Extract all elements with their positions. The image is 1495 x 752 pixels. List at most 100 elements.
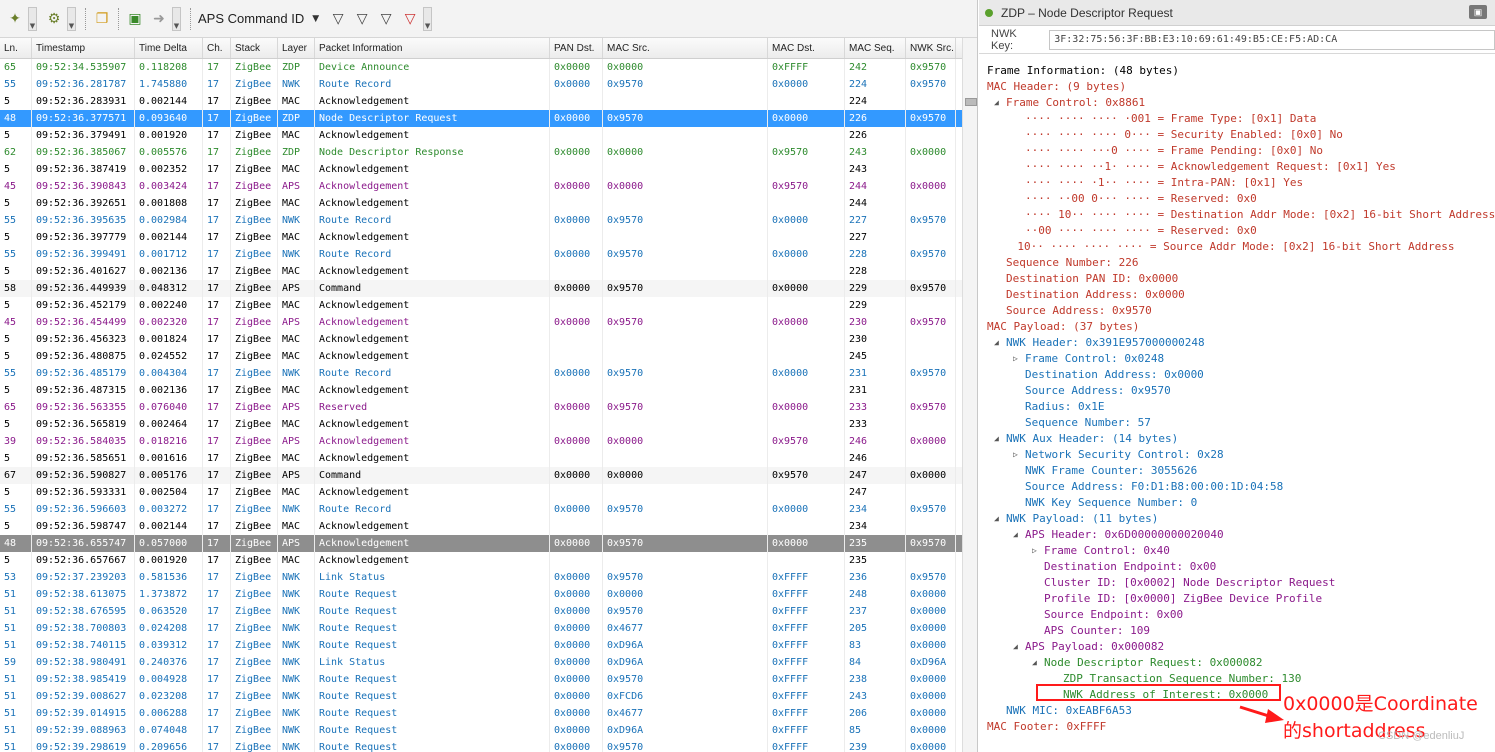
column-header-mac-seq[interactable]: MAC Seq. [845, 38, 906, 58]
table-row[interactable]: 53 09:52:37.239203 0.581536 17 ZigBee NWK Link… [0, 569, 962, 586]
column-header-pan-dst[interactable]: PAN Dst. [550, 38, 603, 58]
scrollbar-thumb[interactable] [965, 98, 977, 106]
collapse-toggle-icon[interactable]: ◢ [1013, 642, 1018, 651]
table-row[interactable]: 39 09:52:36.584035 0.018216 17 ZigBee APS Ackn… [0, 433, 962, 450]
table-row[interactable]: 51 09:52:39.014915 0.006288 17 ZigBee NWK Rout… [0, 705, 962, 722]
collapse-toggle-icon[interactable]: ◢ [994, 338, 999, 347]
table-row[interactable]: 5 09:52:36.392651 0.001808 17 ZigBee MAC Ackno… [0, 195, 962, 212]
table-row[interactable]: 5 09:52:36.585651 0.001616 17 ZigBee MAC Ackno… [0, 450, 962, 467]
table-row[interactable]: 5 09:52:36.379491 0.001920 17 ZigBee MAC Ackno… [0, 127, 962, 144]
forward-dropdown-button[interactable]: ▼ [172, 6, 181, 31]
expand-toggle-icon[interactable]: ▷ [1032, 546, 1037, 555]
table-row[interactable]: 51 09:52:38.613075 1.373872 17 ZigBee NWK Rout… [0, 586, 962, 603]
wand-icon[interactable]: ✦ [4, 8, 26, 30]
column-header-mac-dst[interactable]: MAC Dst. [768, 38, 845, 58]
column-header-timestamp[interactable]: Timestamp [32, 38, 135, 58]
table-row[interactable]: 5 09:52:36.401627 0.002136 17 ZigBee MAC Ackno… [0, 263, 962, 280]
table-row[interactable]: 51 09:52:38.700803 0.024208 17 ZigBee NWK Rout… [0, 620, 962, 637]
table-row[interactable]: 62 09:52:36.385067 0.005576 17 ZigBee ZDP Node… [0, 144, 962, 161]
column-header-packet-info[interactable]: Packet Information [315, 38, 550, 58]
column-header-mac-src[interactable]: MAC Src. [603, 38, 768, 58]
table-row[interactable]: 51 09:52:38.676595 0.063520 17 ZigBee NWK Rout… [0, 603, 962, 620]
table-row[interactable]: 5 09:52:36.397779 0.002144 17 ZigBee MAC Ackno… [0, 229, 962, 246]
cell-ln: 51 [0, 688, 32, 705]
table-row[interactable]: 67 09:52:36.590827 0.005176 17 ZigBee APS Comm… [0, 467, 962, 484]
gear-icon[interactable]: ⚙ [43, 8, 65, 30]
table-row[interactable]: 55 09:52:36.281787 1.745880 17 ZigBee NWK Rout… [0, 76, 962, 93]
table-row[interactable]: 5 09:52:36.657667 0.001920 17 ZigBee MAC Ackno… [0, 552, 962, 569]
filter-add-icon[interactable]: ▽ [351, 8, 373, 30]
column-header-time-delta[interactable]: Time Delta [135, 38, 203, 58]
column-selector-label[interactable]: APS Command ID [196, 11, 310, 26]
collapse-toggle-icon[interactable]: ◢ [1032, 658, 1037, 667]
cell-stack: ZigBee [231, 416, 278, 433]
collapse-toggle-icon[interactable]: ◢ [994, 434, 999, 443]
table-row[interactable]: 55 09:52:36.596603 0.003272 17 ZigBee NWK Rout… [0, 501, 962, 518]
cell-mac-src: 0x9570 [603, 569, 768, 586]
tree-node[interactable]: Frame Control: 0x8861 [1006, 95, 1145, 111]
gear-dropdown-button[interactable]: ▼ [67, 6, 76, 31]
collapse-toggle-icon[interactable]: ◢ [994, 514, 999, 523]
table-row[interactable]: 5 09:52:36.456323 0.001824 17 ZigBee MAC Ackno… [0, 331, 962, 348]
table-row[interactable]: 5 09:52:36.593331 0.002504 17 ZigBee MAC Ackno… [0, 484, 962, 501]
table-row[interactable]: 48 09:52:36.377571 0.093640 17 ZigBee ZDP Node… [0, 110, 962, 127]
column-header-nwk-src[interactable]: NWK Src. [906, 38, 956, 58]
table-row[interactable]: 55 09:52:36.485179 0.004304 17 ZigBee NWK Rout… [0, 365, 962, 382]
table-row[interactable]: 51 09:52:39.088963 0.074048 17 ZigBee NWK Rout… [0, 722, 962, 739]
forward-icon[interactable]: ➜ [148, 8, 170, 30]
table-row[interactable]: 48 09:52:36.655747 0.057000 17 ZigBee APS Ackn… [0, 535, 962, 552]
filter-remove-icon[interactable]: ▽ [399, 8, 421, 30]
table-row[interactable]: 65 09:52:36.563355 0.076040 17 ZigBee APS Rese… [0, 399, 962, 416]
filter-icon[interactable]: ▽ [327, 8, 349, 30]
tree-node[interactable]: Network Security Control: 0x28 [1025, 447, 1224, 463]
column-header-stack[interactable]: Stack [231, 38, 278, 58]
copy-icon[interactable]: ❐ [91, 8, 113, 30]
table-row[interactable]: 55 09:52:36.399491 0.001712 17 ZigBee NWK Rout… [0, 246, 962, 263]
chevron-down-icon[interactable]: ▼ [312, 14, 319, 24]
tree-node[interactable]: Frame Control: 0x0248 [1025, 351, 1164, 367]
table-row[interactable]: 5 09:52:36.565819 0.002464 17 ZigBee MAC Ackno… [0, 416, 962, 433]
tree-node[interactable]: Node Descriptor Request: 0x000082 [1044, 655, 1263, 671]
tree-node[interactable]: APS Payload: 0x000082 [1025, 639, 1164, 655]
cell-timestamp: 09:52:36.563355 [32, 399, 135, 416]
expand-toggle-icon[interactable]: ▷ [1013, 450, 1018, 459]
table-row[interactable]: 5 09:52:36.487315 0.002136 17 ZigBee MAC Ackno… [0, 382, 962, 399]
table-row[interactable]: 51 09:52:39.298619 0.209656 17 ZigBee NWK Rout… [0, 739, 962, 752]
table-row[interactable]: 55 09:52:36.395635 0.002984 17 ZigBee NWK Rout… [0, 212, 962, 229]
wand-dropdown-button[interactable]: ▼ [28, 6, 37, 31]
table-row[interactable]: 58 09:52:36.449939 0.048312 17 ZigBee APS Comm… [0, 280, 962, 297]
table-row[interactable]: 45 09:52:36.454499 0.002320 17 ZigBee APS Ackn… [0, 314, 962, 331]
table-row[interactable]: 51 09:52:39.008627 0.023208 17 ZigBee NWK Rout… [0, 688, 962, 705]
tree-node[interactable]: APS Header: 0x6D00000000020040 [1025, 527, 1224, 543]
tree-node[interactable]: Frame Control: 0x40 [1044, 543, 1170, 559]
vertical-scrollbar[interactable] [962, 38, 977, 752]
table-row[interactable]: 51 09:52:38.740115 0.039312 17 ZigBee NWK Rout… [0, 637, 962, 654]
lock-icon[interactable]: ▣ [1469, 5, 1487, 19]
table-row[interactable]: 51 09:52:38.985419 0.004928 17 ZigBee NWK Rout… [0, 671, 962, 688]
cell-stack: ZigBee [231, 671, 278, 688]
column-header-ln[interactable]: Ln. [0, 38, 32, 58]
filter-dropdown-button[interactable]: ▼ [423, 6, 433, 31]
collapse-toggle-icon[interactable]: ◢ [994, 98, 999, 107]
table-row[interactable]: 5 09:52:36.480875 0.024552 17 ZigBee MAC Ackno… [0, 348, 962, 365]
table-row[interactable]: 5 09:52:36.598747 0.002144 17 ZigBee MAC Ackno… [0, 518, 962, 535]
export-icon[interactable]: ▣ [124, 8, 146, 30]
column-header-channel[interactable]: Ch. [203, 38, 231, 58]
cell-timestamp: 09:52:38.980491 [32, 654, 135, 671]
cell-mac-seq: 238 [845, 671, 906, 688]
filter-edit-icon[interactable]: ▽ [375, 8, 397, 30]
table-row[interactable]: 5 09:52:36.452179 0.002240 17 ZigBee MAC Ackno… [0, 297, 962, 314]
table-row[interactable]: 59 09:52:38.980491 0.240376 17 ZigBee NWK Link… [0, 654, 962, 671]
table-row[interactable]: 45 09:52:36.390843 0.003424 17 ZigBee APS Ackn… [0, 178, 962, 195]
table-row[interactable]: 5 09:52:36.387419 0.002352 17 ZigBee MAC Ackno… [0, 161, 962, 178]
tree-node[interactable]: NWK Payload: (11 bytes) [1006, 511, 1158, 527]
table-row[interactable]: 5 09:52:36.283931 0.002144 17 ZigBee MAC Ackno… [0, 93, 962, 110]
collapse-toggle-icon[interactable]: ◢ [1013, 530, 1018, 539]
cell-ln: 51 [0, 603, 32, 620]
tree-node[interactable]: NWK Aux Header: (14 bytes) [1006, 431, 1178, 447]
nwk-key-field[interactable]: 3F:32:75:56:3F:BB:E3:10:69:61:49:B5:CE:F… [1049, 29, 1495, 50]
table-row[interactable]: 65 09:52:34.535907 0.118208 17 ZigBee ZDP Devi… [0, 59, 962, 76]
column-header-layer[interactable]: Layer [278, 38, 315, 58]
tree-node[interactable]: NWK Header: 0x391E957000000248 [1006, 335, 1205, 351]
expand-toggle-icon[interactable]: ▷ [1013, 354, 1018, 363]
